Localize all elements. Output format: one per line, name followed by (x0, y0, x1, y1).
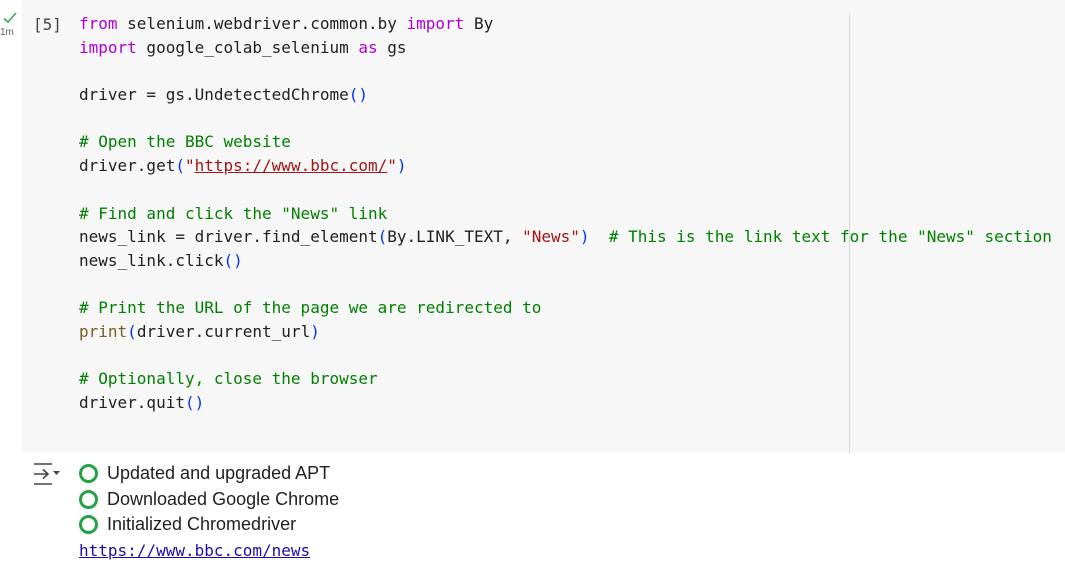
code-token: By (464, 14, 494, 33)
code-token: ( (377, 227, 388, 247)
execution-count: [5] (33, 15, 62, 34)
code-token: By.LINK_TEXT, (387, 227, 523, 247)
code-token: gs (377, 37, 407, 57)
code-token: selenium.webdriver.common.by (117, 14, 407, 33)
code-line[interactable]: # Print the URL of the page we are redir… (79, 296, 1052, 320)
code-line[interactable]: # Open the BBC website (79, 130, 1052, 154)
code-line[interactable] (79, 273, 1052, 297)
status-line: Initialized Chromedriver (79, 512, 339, 538)
code-line[interactable]: driver.get("https://www.bbc.com/") (79, 154, 1052, 178)
code-line[interactable]: # Find and click the "News" link (79, 202, 1052, 226)
code-token: # Optionally, close the browser (79, 369, 378, 389)
code-line[interactable]: # Optionally, close the browser (79, 367, 1052, 391)
code-line[interactable]: driver = gs.UndetectedChrome() (79, 83, 1052, 107)
code-token: import (79, 37, 137, 57)
code-line[interactable]: print(driver.current_url) (79, 320, 1052, 344)
code-token: https://www.bbc.com/ (194, 156, 388, 176)
code-line[interactable]: news_link.click() (79, 249, 1052, 273)
cell-output: Updated and upgraded APT Downloaded Googl… (79, 461, 339, 562)
output-expand-icon (34, 463, 60, 485)
code-editor[interactable]: from selenium.webdriver.common.by import… (79, 12, 1052, 415)
code-token: # Find and click the "News" link (79, 203, 388, 223)
code-line[interactable] (79, 178, 1052, 202)
run-time-label: 1m (0, 27, 14, 38)
code-token: as (358, 37, 378, 57)
status-circle-icon (79, 464, 98, 484)
code-token: driver.get (79, 156, 176, 176)
code-token: news_link.click (79, 250, 224, 270)
code-token: news_link = driver.find_element (79, 227, 378, 247)
status-text: Downloaded Google Chrome (107, 488, 340, 509)
code-token: ( (127, 321, 137, 341)
output-url-link[interactable]: https://www.bbc.com/news (79, 540, 339, 562)
status-list: Updated and upgraded APT Downloaded Googl… (79, 461, 339, 538)
status-circle-icon (79, 489, 98, 509)
code-token: from (79, 14, 118, 33)
cell-gutter: 1m (0, 0, 22, 60)
code-token: # Print the URL of the page we are redir… (79, 298, 542, 318)
code-token: driver.quit (79, 393, 185, 412)
code-line[interactable]: driver.quit() (79, 391, 1052, 415)
code-line[interactable] (79, 107, 1052, 131)
code-token: () (348, 85, 368, 105)
code-token: ) (396, 156, 407, 176)
status-line: Updated and upgraded APT (79, 461, 339, 487)
status-line: Downloaded Google Chrome (79, 487, 339, 513)
check-icon (3, 12, 17, 24)
output-toggle-button[interactable] (32, 462, 62, 486)
code-token: () (184, 393, 205, 412)
code-token: driver.current_url (136, 321, 311, 341)
code-token: ) (310, 321, 320, 341)
code-token: import (406, 14, 465, 33)
code-token: google_colab_selenium (136, 37, 359, 57)
status-text: Updated and upgraded APT (107, 463, 331, 484)
status-circle-icon (79, 515, 98, 535)
code-line[interactable] (79, 59, 1052, 83)
code-token: ) (579, 227, 590, 247)
code-line[interactable] (79, 344, 1052, 368)
code-token: print (79, 321, 128, 341)
code-token: () (223, 250, 243, 270)
code-line[interactable]: news_link = driver.find_element(By.LINK_… (79, 225, 1052, 249)
code-line[interactable]: import google_colab_selenium as gs (79, 36, 1052, 60)
code-token: " (387, 156, 397, 176)
code-token: "News" (522, 227, 580, 247)
code-token: driver = gs.UndetectedChrome (79, 85, 349, 105)
code-token: # Open the BBC website (79, 132, 291, 152)
code-token: " (184, 156, 195, 176)
code-token: # This is the link text for the "News" s… (608, 227, 1052, 247)
code-token: ( (175, 156, 185, 176)
status-text: Initialized Chromedriver (107, 514, 297, 535)
code-line[interactable]: from selenium.webdriver.common.by import… (79, 12, 1052, 36)
